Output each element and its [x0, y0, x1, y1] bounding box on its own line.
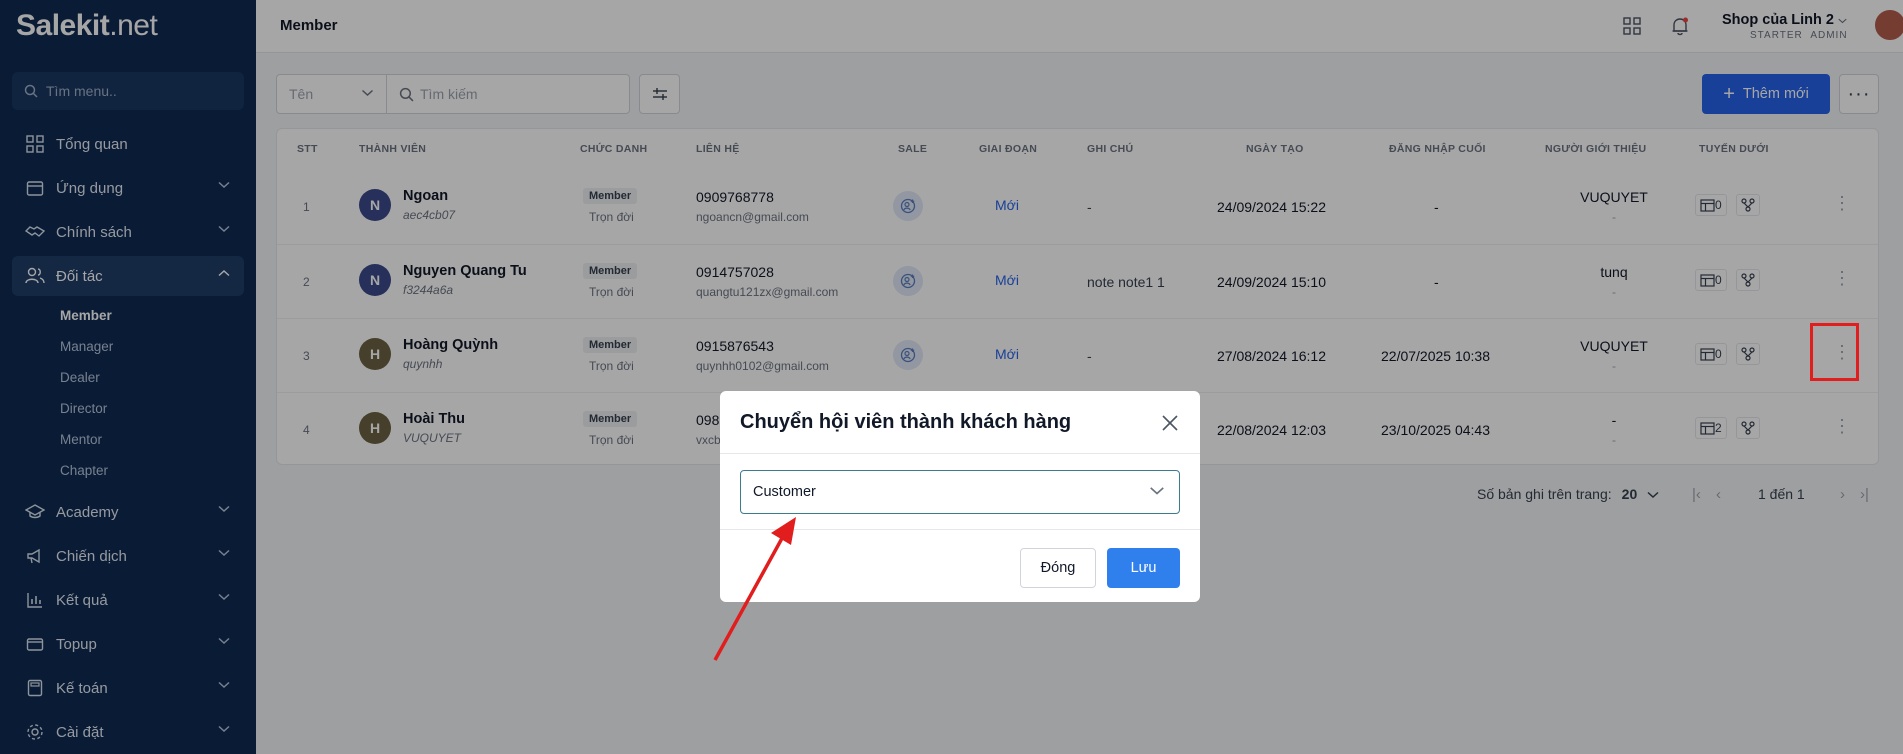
close-icon[interactable]: [1158, 411, 1182, 435]
divider: [720, 529, 1200, 530]
modal-title: Chuyển hội viên thành khách hàng: [740, 411, 1072, 433]
modal-backdrop[interactable]: [0, 0, 1903, 754]
divider: [720, 453, 1200, 454]
chevron-down-icon: [1150, 487, 1164, 495]
annotation-highlight-box: [1810, 323, 1859, 381]
customer-type-select[interactable]: Customer: [740, 470, 1180, 514]
close-button[interactable]: Đóng: [1020, 548, 1096, 588]
customer-type-value: Customer: [753, 484, 816, 500]
convert-member-modal: Chuyển hội viên thành khách hàng Custome…: [720, 391, 1200, 602]
save-button[interactable]: Lưu: [1107, 548, 1180, 588]
